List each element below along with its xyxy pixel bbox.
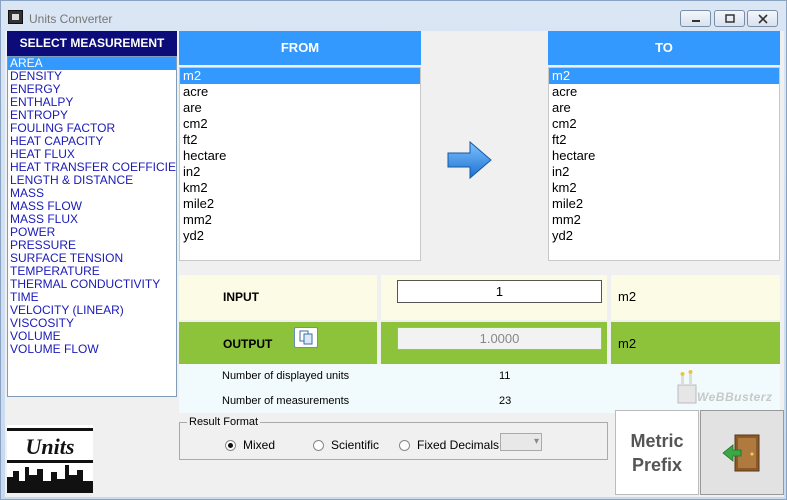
to-unit-item[interactable]: yd2 [549, 228, 779, 244]
radio-scientific-label: Scientific [331, 438, 380, 452]
output-unit: m2 [618, 336, 637, 351]
from-unit-item[interactable]: in2 [180, 164, 420, 180]
measurements-count-value: 23 [499, 395, 512, 407]
measurement-list-item[interactable]: VOLUME FLOW [8, 343, 176, 356]
result-format-legend: Result Format [187, 416, 261, 428]
copy-icon [299, 330, 313, 345]
title-bar: Units Converter [1, 1, 787, 31]
from-unit-item[interactable]: hectare [180, 148, 420, 164]
to-unit-item[interactable]: cm2 [549, 116, 779, 132]
from-unit-item[interactable]: acre [180, 84, 420, 100]
exit-button[interactable] [700, 410, 784, 495]
client-area: SELECT MEASUREMENT AREA DENSITY ENERGY ENTH… [5, 31, 784, 497]
metric-prefix-line2: Prefix [631, 455, 683, 475]
window-title: Units Converter [29, 12, 113, 26]
from-unit-item[interactable]: m2 [180, 68, 420, 84]
app-icon [8, 10, 23, 24]
input-label-cell: INPUT [179, 275, 377, 320]
to-unit-item[interactable]: mm2 [549, 212, 779, 228]
copy-button[interactable] [294, 327, 318, 348]
app-window: Units Converter SELECT MEASUREMENT AREA D… [0, 0, 787, 500]
close-button[interactable] [747, 10, 778, 27]
units-logo-graphic: Units [7, 425, 93, 493]
to-unit-item[interactable]: mile2 [549, 196, 779, 212]
output-label: OUTPUT [223, 337, 273, 351]
to-unit-item[interactable]: m2 [549, 68, 779, 84]
result-format-group: Result Format Mixed Scientific Fixed Dec… [179, 416, 608, 460]
watermark-logo: WeBBusterz [675, 369, 780, 409]
to-unit-item[interactable]: are [549, 100, 779, 116]
from-unit-item[interactable]: km2 [180, 180, 420, 196]
measurements-count-label: Number of measurements [222, 395, 350, 407]
measurement-list[interactable]: AREA DENSITY ENERGY ENTHALPY ENTROPY FOULING … [7, 56, 177, 397]
from-unit-item[interactable]: mm2 [180, 212, 420, 228]
displayed-units-value: 11 [499, 370, 511, 382]
output-unit-cell: m2 [611, 322, 780, 365]
to-unit-item[interactable]: km2 [549, 180, 779, 196]
logo-text: Units [26, 434, 75, 459]
to-unit-item[interactable]: in2 [549, 164, 779, 180]
input-unit-cell: m2 [611, 275, 780, 320]
radio-scientific[interactable]: Scientific [313, 437, 379, 453]
input-label: INPUT [223, 290, 259, 304]
from-unit-item[interactable]: are [180, 100, 420, 116]
displayed-units-label: Number of displayed units [222, 370, 350, 382]
radio-scientific-dot[interactable] [313, 439, 324, 451]
radio-mixed[interactable]: Mixed [225, 437, 275, 453]
from-unit-item[interactable]: yd2 [180, 228, 420, 244]
minimize-icon [691, 20, 700, 22]
output-label-cell: OUTPUT [179, 322, 377, 365]
cake-icon [677, 370, 697, 404]
close-icon [757, 14, 768, 24]
from-header: FROM [179, 31, 421, 65]
from-unit-item[interactable]: cm2 [180, 116, 420, 132]
from-unit-item[interactable]: ft2 [180, 132, 420, 148]
to-unit-item[interactable]: hectare [549, 148, 779, 164]
maximize-icon [724, 14, 735, 23]
input-value-cell: 1 [381, 275, 607, 320]
arrow-right-icon [447, 140, 492, 180]
measurement-header: SELECT MEASUREMENT [7, 31, 177, 56]
to-unit-list[interactable]: m2 acre are cm2 ft2 hectare in2 km2 mile2 mm2 yd2 [548, 67, 780, 261]
from-unit-list[interactable]: m2 acre are cm2 ft2 hectare in2 km2 mile2 mm2 yd2 [179, 67, 421, 261]
units-logo: Units [7, 425, 93, 493]
radio-fixed-decimals[interactable]: Fixed Decimals [399, 437, 499, 453]
exit-door-icon [722, 434, 760, 472]
decimals-select[interactable] [500, 433, 542, 451]
metric-prefix-line1: Metric [630, 431, 684, 451]
to-unit-item[interactable]: acre [549, 84, 779, 100]
output-value-cell: 1.0000 [381, 322, 607, 365]
input-unit: m2 [618, 289, 637, 304]
minimize-button[interactable] [680, 10, 711, 27]
radio-mixed-label: Mixed [243, 438, 276, 452]
to-header: TO [548, 31, 780, 65]
watermark-text: WeBBusterz [697, 390, 773, 404]
output-field: 1.0000 [397, 327, 602, 350]
maximize-button[interactable] [714, 10, 745, 27]
from-unit-item[interactable]: mile2 [180, 196, 420, 212]
metric-prefix-button[interactable]: Metric Prefix [615, 410, 699, 495]
radio-fixed-decimals-label: Fixed Decimals [417, 438, 500, 452]
to-unit-item[interactable]: ft2 [549, 132, 779, 148]
radio-mixed-dot[interactable] [225, 439, 236, 451]
radio-fixed-decimals-dot[interactable] [399, 439, 410, 451]
input-field[interactable]: 1 [397, 280, 602, 303]
